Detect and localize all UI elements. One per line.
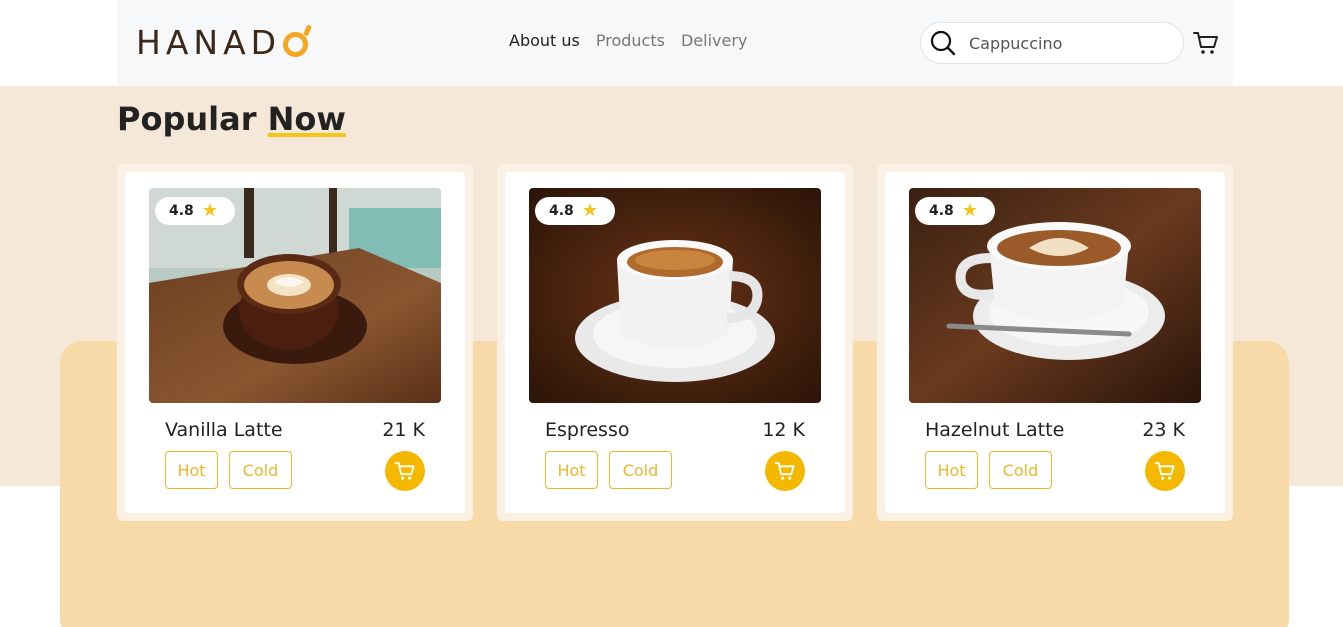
product-card-outer: 4.8 ★ Espresso 12 K Hot Cold (497, 164, 853, 521)
rating-value: 4.8 (169, 203, 194, 219)
cart-icon (394, 462, 415, 480)
logo-mark (283, 31, 309, 57)
add-to-cart-button[interactable] (385, 451, 425, 491)
product-image: 4.8 ★ (909, 188, 1201, 403)
section-title-accent: Now (267, 100, 346, 138)
rating-value: 4.8 (549, 203, 574, 219)
product-price: 12 K (762, 419, 805, 441)
tag-hot-button[interactable]: Hot (545, 451, 598, 489)
nav-link-products[interactable]: Products (596, 31, 665, 50)
rating-badge: 4.8 ★ (535, 197, 615, 225)
product-card[interactable]: 4.8 ★ Espresso 12 K Hot Cold (505, 172, 845, 513)
product-card[interactable]: 4.8 ★ Vanilla Latte 21 K Hot Cold (125, 172, 465, 513)
section-title: Popular Now (117, 100, 346, 138)
rating-badge: 4.8 ★ (155, 197, 235, 225)
tag-hot-button[interactable]: Hot (925, 451, 978, 489)
cart-icon (774, 462, 795, 480)
tag-cold-button[interactable]: Cold (609, 451, 672, 489)
tag-cold-button[interactable]: Cold (229, 451, 292, 489)
section-title-plain: Popular (117, 100, 257, 138)
logo-text: HANAD (136, 22, 282, 62)
product-price: 21 K (382, 419, 425, 441)
product-name: Espresso (545, 419, 630, 441)
product-image: 4.8 ★ (149, 188, 441, 403)
add-to-cart-button[interactable] (1145, 451, 1185, 491)
cart-icon (1154, 462, 1175, 480)
product-price: 23 K (1142, 419, 1185, 441)
product-name: Hazelnut Latte (925, 419, 1065, 441)
main-nav: About us Products Delivery (509, 31, 747, 50)
search-input[interactable] (969, 33, 1169, 53)
tag-cold-button[interactable]: Cold (989, 451, 1052, 489)
cart-icon[interactable] (1192, 29, 1220, 57)
product-name: Vanilla Latte (165, 419, 283, 441)
add-to-cart-button[interactable] (765, 451, 805, 491)
rating-badge: 4.8 ★ (915, 197, 995, 225)
star-icon: ★ (961, 200, 978, 221)
product-card[interactable]: 4.8 ★ Hazelnut Latte 23 K Hot Cold (885, 172, 1225, 513)
product-card-outer: 4.8 ★ Vanilla Latte 21 K Hot Cold (117, 164, 473, 521)
nav-link-about[interactable]: About us (509, 31, 580, 50)
nav-link-delivery[interactable]: Delivery (681, 31, 747, 50)
rating-value: 4.8 (929, 203, 954, 219)
product-image: 4.8 ★ (529, 188, 821, 403)
search-icon[interactable] (929, 29, 957, 57)
search-box (920, 22, 1184, 64)
star-icon: ★ (201, 200, 218, 221)
tag-hot-button[interactable]: Hot (165, 451, 218, 489)
star-icon: ★ (581, 200, 598, 221)
product-card-outer: 4.8 ★ Hazelnut Latte 23 K Hot Cold (877, 164, 1233, 521)
navbar: HANAD About us Products Delivery (117, 0, 1233, 86)
brand-logo[interactable]: HANAD (136, 22, 309, 62)
